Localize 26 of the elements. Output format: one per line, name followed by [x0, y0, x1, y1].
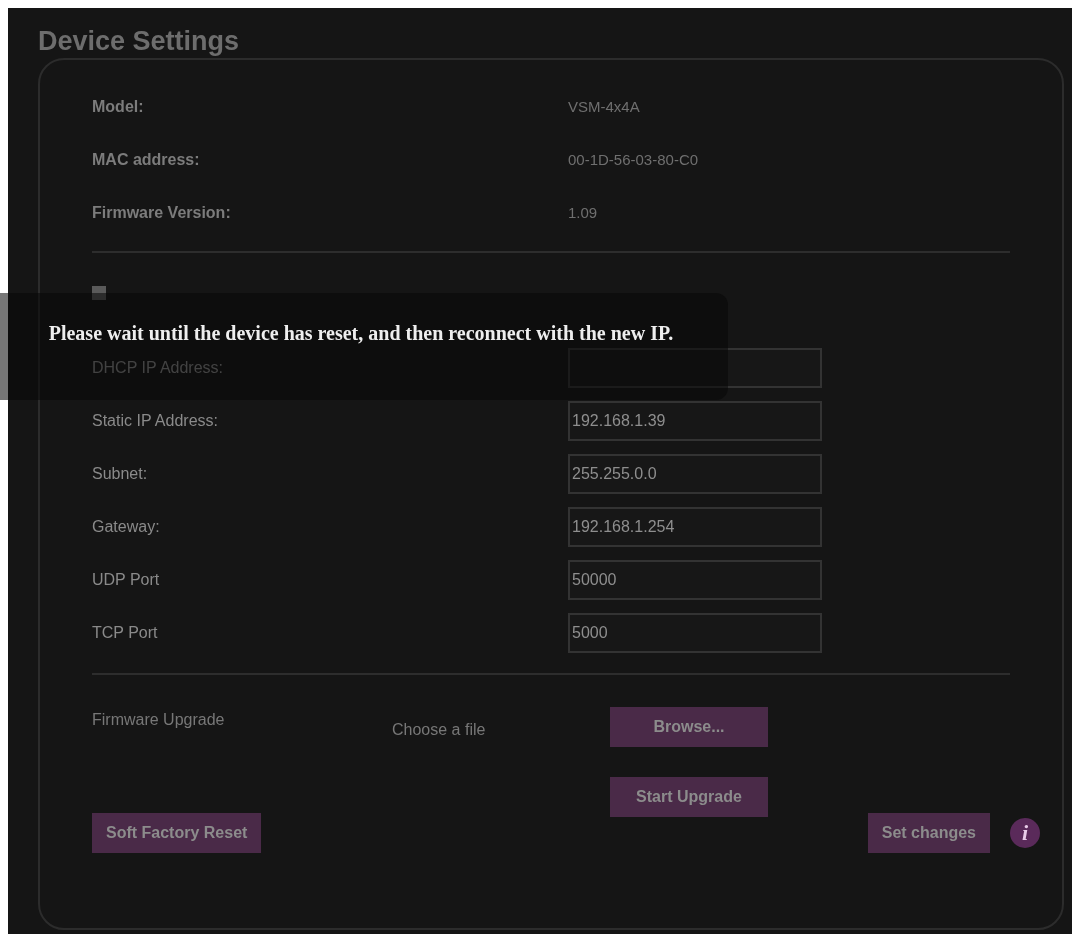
page-title: Device Settings: [38, 26, 241, 56]
set-changes-button[interactable]: Set changes: [867, 813, 990, 853]
info-value: VSM-4x4A: [568, 98, 640, 115]
input-field[interactable]: 192.168.1.39: [568, 400, 822, 441]
input-field[interactable]: 5000: [568, 612, 822, 653]
field-label: Static IP Address:: [92, 411, 219, 430]
info-icon[interactable]: i: [1010, 818, 1040, 848]
input-field[interactable]: 192.168.1.254: [568, 506, 822, 547]
factory-reset-button[interactable]: Soft Factory Reset: [92, 813, 262, 853]
browse-button[interactable]: Browse...: [610, 707, 768, 747]
field-label: TCP Port: [92, 623, 159, 642]
input-field[interactable]: 255.255.0.0: [568, 453, 822, 494]
input-field[interactable]: 50000: [568, 559, 822, 600]
file-hint: Choose a file: [392, 720, 487, 739]
field-label: Subnet:: [92, 464, 149, 483]
dhcp-checkbox[interactable]: [92, 286, 106, 300]
info-label: Firmware Version:: [92, 203, 232, 222]
start-upgrade-button[interactable]: Start Upgrade: [610, 777, 768, 817]
info-label: MAC address:: [92, 150, 201, 169]
info-value: 1.09: [568, 204, 598, 221]
info-value: 00-1D-56-03-80-C0: [568, 151, 699, 168]
info-label: Model:: [92, 97, 145, 116]
input-field[interactable]: [568, 347, 822, 388]
field-label: UDP Port: [92, 570, 161, 589]
firmware-label: Firmware Upgrade: [92, 710, 226, 729]
field-label: Gateway:: [92, 517, 161, 536]
